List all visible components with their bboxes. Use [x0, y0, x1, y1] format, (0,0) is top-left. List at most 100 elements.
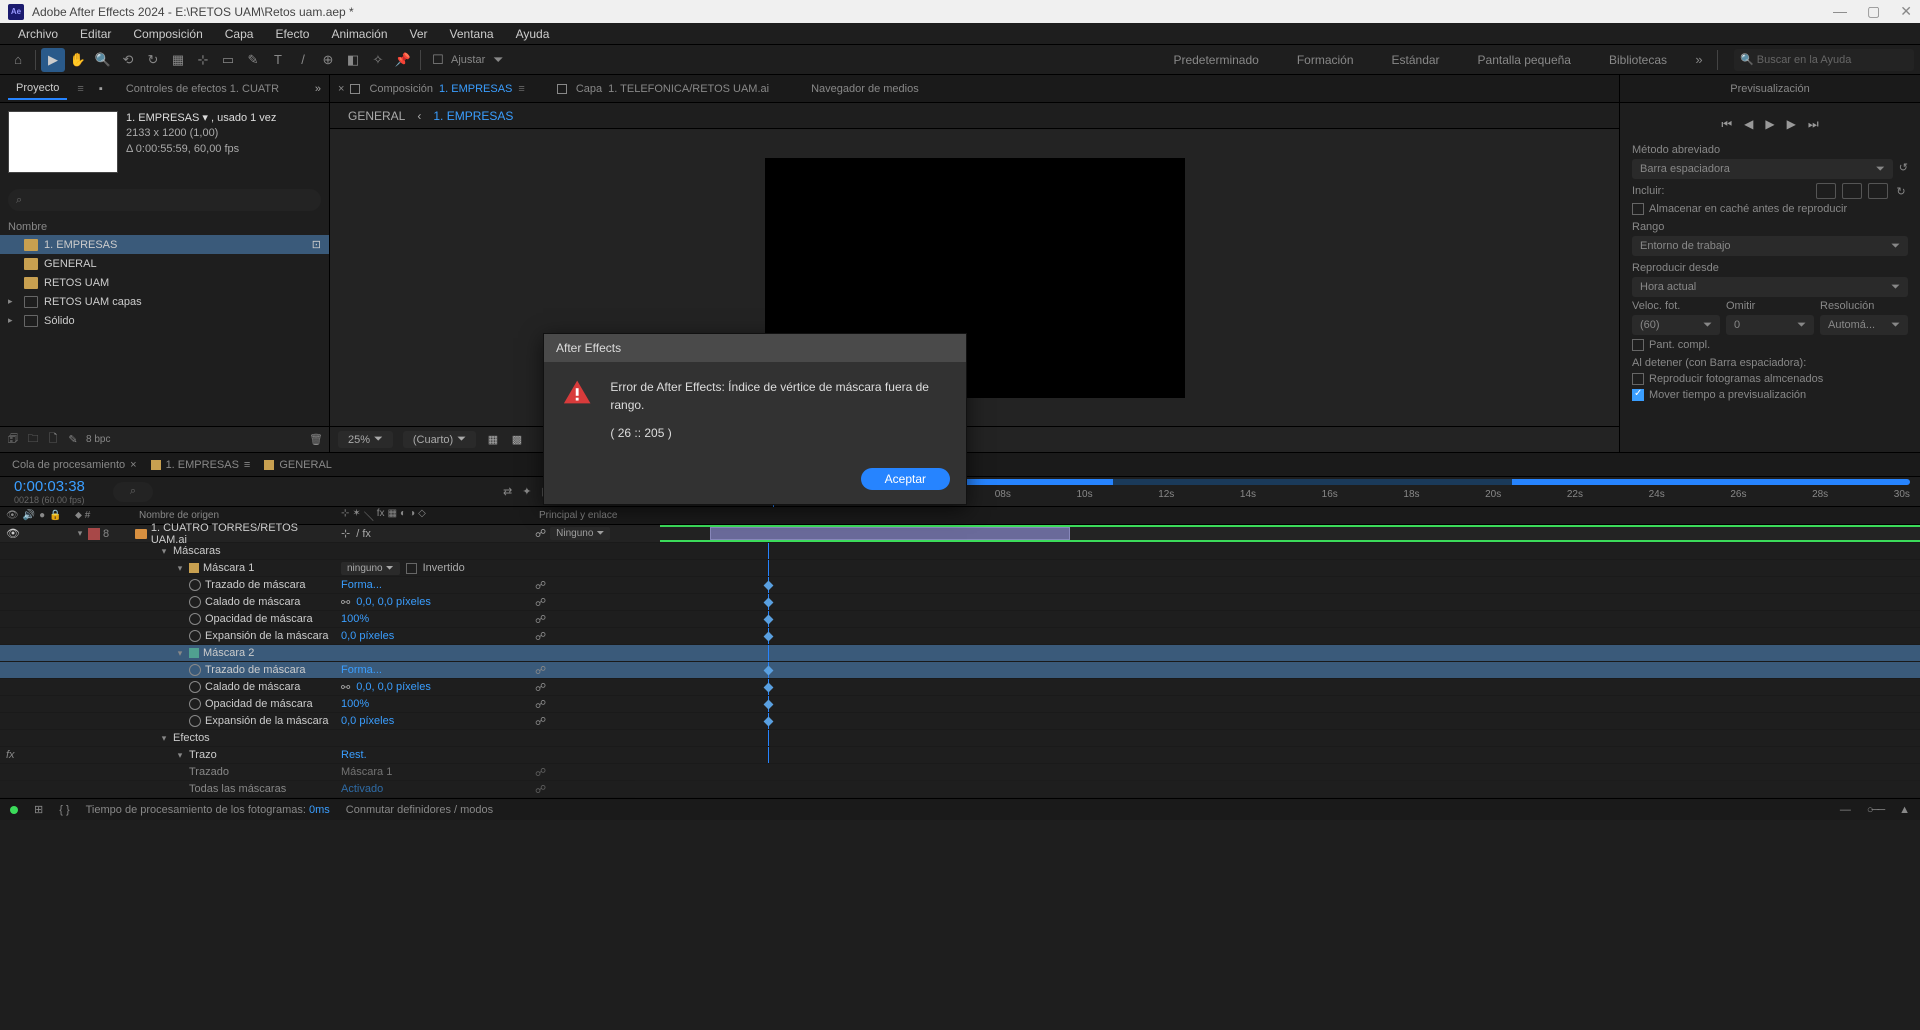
- play-icon[interactable]: ▶: [1765, 117, 1774, 132]
- audio-column-icon[interactable]: 🔊: [23, 510, 35, 521]
- zoom-out-icon[interactable]: —: [1840, 804, 1851, 816]
- mask-feather-row[interactable]: Calado de máscara ⚯0,0, 0,0 píxeles ☍: [0, 679, 1920, 696]
- play-cached-checkbox[interactable]: [1632, 373, 1644, 385]
- workspace-formacion[interactable]: Formación: [1279, 47, 1372, 73]
- label-column-icon[interactable]: ⬥: [75, 510, 82, 521]
- tab-navegador[interactable]: Navegador de medios: [811, 83, 919, 95]
- tab-empresas[interactable]: 1. EMPRESAS≡: [151, 459, 251, 471]
- project-search-input[interactable]: ⌕: [8, 189, 321, 211]
- mask-shape-value[interactable]: Forma...: [341, 579, 382, 591]
- project-item[interactable]: RETOS UAM: [0, 273, 329, 292]
- mask-expansion-value[interactable]: 0,0 píxeles: [341, 630, 394, 642]
- composition-viewer[interactable]: [330, 129, 1619, 426]
- puppet-tool-icon[interactable]: 📌: [391, 48, 415, 72]
- orbit-tool-icon[interactable]: ⟲: [116, 48, 140, 72]
- breadcrumb-general[interactable]: GENERAL: [348, 109, 405, 123]
- mask-path-row[interactable]: Trazado de máscara Forma... ☍: [0, 577, 1920, 594]
- snap-checkbox[interactable]: ☐: [426, 48, 450, 72]
- effect-param-row[interactable]: Todas las máscaras Activado ☍: [0, 781, 1920, 798]
- project-item[interactable]: ▸ RETOS UAM capas: [0, 292, 329, 311]
- move-time-checkbox[interactable]: [1632, 389, 1644, 401]
- stopwatch-icon[interactable]: [189, 664, 201, 676]
- expression-pickwhip-icon[interactable]: ☍: [535, 715, 546, 728]
- tab-capa-name[interactable]: 1. TELEFONICA/RETOS UAM.ai: [608, 83, 769, 95]
- clone-tool-icon[interactable]: ⊕: [316, 48, 340, 72]
- close-button[interactable]: ✕: [1900, 3, 1912, 20]
- mask-opacity-value[interactable]: 100%: [341, 698, 369, 710]
- expression-pickwhip-icon[interactable]: ☍: [535, 664, 546, 677]
- effect-stroke-row[interactable]: fx ▾Trazo Rest.: [0, 747, 1920, 764]
- accept-button[interactable]: Aceptar: [861, 468, 950, 490]
- shape-tool-icon[interactable]: ▭: [216, 48, 240, 72]
- breadcrumb-empresas[interactable]: 1. EMPRESAS: [433, 109, 513, 123]
- project-column-name[interactable]: Nombre: [0, 219, 329, 235]
- stopwatch-icon[interactable]: [189, 715, 201, 727]
- stopwatch-icon[interactable]: [189, 579, 201, 591]
- parent-dropdown[interactable]: Ninguno⏷: [550, 527, 610, 540]
- loop-icon[interactable]: ↻: [1894, 184, 1908, 198]
- tab-proyecto[interactable]: Proyecto: [8, 78, 67, 100]
- link-icon[interactable]: ⚯: [341, 681, 350, 694]
- mask-mode-dropdown[interactable]: ninguno⏷: [341, 562, 400, 575]
- stopwatch-icon[interactable]: [189, 698, 201, 710]
- menu-composicion[interactable]: Composición: [123, 25, 212, 43]
- zoom-tool-icon[interactable]: 🔍: [91, 48, 115, 72]
- include-video-icon[interactable]: [1816, 183, 1836, 199]
- include-overlays-icon[interactable]: [1868, 183, 1888, 199]
- help-search-input[interactable]: 🔍 Buscar en la Ayuda: [1734, 49, 1914, 71]
- project-item[interactable]: 1. EMPRESAS ⊡: [0, 235, 329, 254]
- home-tool-icon[interactable]: ⌂: [6, 48, 30, 72]
- menu-ventana[interactable]: Ventana: [440, 25, 504, 43]
- link-icon[interactable]: ⚯: [341, 596, 350, 609]
- project-item[interactable]: GENERAL: [0, 254, 329, 273]
- workspace-estandar[interactable]: Estándar: [1374, 47, 1458, 73]
- workspace-bibliotecas[interactable]: Bibliotecas: [1591, 47, 1685, 73]
- menu-archivo[interactable]: Archivo: [8, 25, 68, 43]
- toggle-switches-button[interactable]: Conmutar definidores / modos: [346, 804, 493, 816]
- quality-dropdown[interactable]: (Cuarto)⏷: [403, 431, 476, 448]
- preview-fps-dropdown[interactable]: (60)⏷: [1632, 315, 1720, 335]
- expression-pickwhip-icon[interactable]: ☍: [535, 579, 546, 592]
- trash-icon[interactable]: 🗑: [309, 433, 323, 447]
- mask-row[interactable]: ▾Máscara 2: [0, 645, 1920, 662]
- type-tool-icon[interactable]: T: [266, 48, 290, 72]
- tab-general[interactable]: GENERAL: [264, 459, 332, 471]
- tab-controles-efectos[interactable]: Controles de efectos 1. CUATR: [118, 79, 287, 99]
- new-folder-icon[interactable]: 🗀: [26, 433, 40, 447]
- fast-preview-icon[interactable]: ▦: [486, 433, 500, 447]
- project-bpc[interactable]: 8 bpc: [86, 434, 110, 445]
- project-item[interactable]: ▸ Sólido: [0, 311, 329, 330]
- transparency-grid-icon[interactable]: ▩: [510, 433, 524, 447]
- mask-feather-row[interactable]: Calado de máscara ⚯0,0, 0,0 píxeles ☍: [0, 594, 1920, 611]
- mask-expansion-row[interactable]: Expansión de la máscara 0,0 píxeles ☍: [0, 713, 1920, 730]
- timeline-toggle-icon[interactable]: ⊞: [34, 803, 43, 816]
- menu-editar[interactable]: Editar: [70, 25, 121, 43]
- pen-tool-icon[interactable]: ✎: [241, 48, 265, 72]
- menu-ayuda[interactable]: Ayuda: [506, 25, 560, 43]
- eye-column-icon[interactable]: 👁: [6, 510, 19, 521]
- zoom-in-icon[interactable]: ▲: [1899, 804, 1910, 816]
- adjust-icon[interactable]: ✎: [66, 433, 80, 447]
- workspace-overflow-icon[interactable]: »: [1687, 48, 1711, 72]
- visibility-toggle[interactable]: 👁: [6, 527, 18, 540]
- current-timecode[interactable]: 0:00:03:38: [14, 478, 105, 495]
- project-thumbnail[interactable]: [8, 111, 118, 173]
- effect-param-row[interactable]: Trazado Máscara 1 ☍: [0, 764, 1920, 781]
- mask-opacity-value[interactable]: 100%: [341, 613, 369, 625]
- draft-3d-icon[interactable]: ✦: [522, 485, 531, 498]
- column-source-name[interactable]: Nombre de origen: [135, 510, 335, 521]
- mask-expansion-value[interactable]: 0,0 píxeles: [341, 715, 394, 727]
- masks-group-row[interactable]: ▾Máscaras: [0, 543, 1920, 560]
- effect-reset-link[interactable]: Rest.: [341, 749, 367, 761]
- timeline-layer-row[interactable]: 👁 ▾8 1. CUATRO TORRES/RETOS UAM.ai ⊹/ fx…: [0, 525, 1920, 543]
- new-comp-icon[interactable]: 🗋: [46, 433, 60, 447]
- workspace-predeterminado[interactable]: Predeterminado: [1155, 47, 1276, 73]
- menu-efecto[interactable]: Efecto: [265, 25, 319, 43]
- flowchart-icon[interactable]: ⊡: [312, 238, 321, 251]
- rotate-tool-icon[interactable]: ↻: [141, 48, 165, 72]
- zoom-dropdown[interactable]: 25%⏷: [338, 431, 393, 448]
- panel-overflow-icon[interactable]: »: [315, 83, 321, 95]
- brush-tool-icon[interactable]: /: [291, 48, 315, 72]
- preview-shortcut-dropdown[interactable]: Barra espaciadora⏷: [1632, 159, 1893, 179]
- panel-close-icon[interactable]: ×: [338, 83, 344, 95]
